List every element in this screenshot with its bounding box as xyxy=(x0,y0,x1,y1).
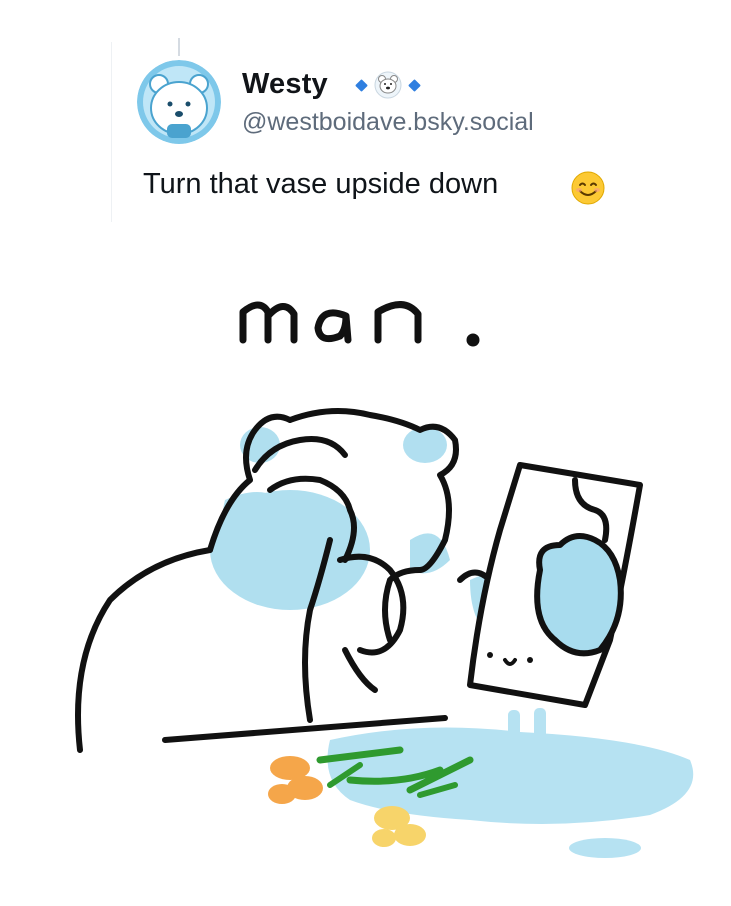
blue-diamond-icon xyxy=(355,78,368,92)
caption-lettering xyxy=(239,301,480,347)
author-display-name[interactable]: Westy xyxy=(242,68,328,101)
thread-line xyxy=(178,38,180,56)
author-handle[interactable]: @westboidave.bsky.social xyxy=(242,108,534,137)
post-text: Turn that vase upside down xyxy=(143,168,499,200)
post-image-drawing[interactable] xyxy=(0,240,731,906)
smiling-face-emoji-icon xyxy=(571,171,605,205)
thread-rule xyxy=(111,42,112,222)
polar-bear-face-icon xyxy=(374,71,402,99)
bear-paw xyxy=(534,533,624,657)
author-avatar[interactable] xyxy=(137,60,221,144)
author-badges xyxy=(355,70,421,100)
blue-diamond-icon xyxy=(408,78,421,92)
polar-bear-avatar-icon xyxy=(137,60,221,144)
